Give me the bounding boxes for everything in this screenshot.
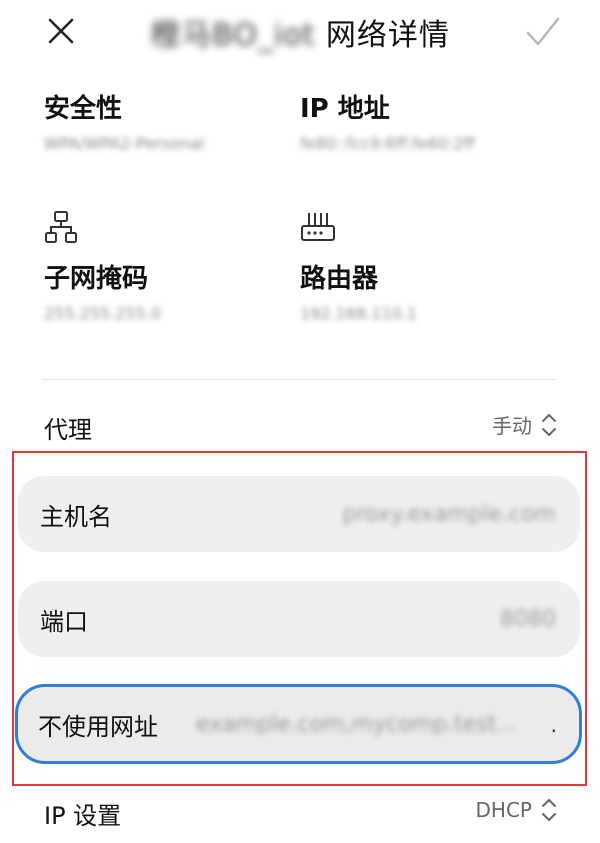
security-label: 安全性 — [44, 94, 123, 124]
router-label: 路由器 — [300, 264, 379, 294]
subnet-mask-value: 255.255.255.0 — [44, 304, 162, 323]
chevron-updown-icon — [542, 799, 556, 821]
proxy-row[interactable]: 代理 手动 — [42, 400, 558, 450]
proxy-value: 手动 — [492, 414, 532, 438]
security-value: WPA/WPA2-Personal — [44, 134, 205, 153]
title-suffix: 网络详情 — [325, 18, 450, 53]
check-icon — [526, 17, 560, 46]
ip-address-label: IP 地址 — [300, 94, 390, 124]
page-title: 橙马BO_iot 网络详情 — [120, 10, 480, 54]
ip-settings-selector[interactable]: DHCP — [476, 796, 558, 824]
section-divider — [42, 379, 556, 380]
ip-settings-label: IP 设置 — [44, 802, 122, 830]
subnet-mask-label: 子网掩码 — [44, 264, 149, 294]
network-topology-icon — [44, 210, 78, 248]
title-bar: 橙马BO_iot 网络详情 — [0, 0, 600, 64]
highlight-box — [12, 451, 587, 786]
ip-settings-row[interactable]: IP 设置 DHCP — [42, 794, 558, 834]
proxy-label: 代理 — [44, 416, 92, 444]
router-icon — [300, 210, 336, 248]
router-value: 192.168.110.1 — [300, 304, 418, 323]
confirm-button[interactable] — [522, 12, 564, 52]
close-icon — [48, 18, 74, 44]
close-button[interactable] — [42, 12, 80, 50]
proxy-selector[interactable]: 手动 — [492, 410, 558, 439]
network-ssid: 橙马BO_iot — [150, 18, 316, 53]
chevron-updown-icon — [542, 413, 556, 436]
ip-settings-value: DHCP — [475, 798, 532, 822]
ip-address-value: fe80::fcc9:6ff:fe60:2ff — [300, 134, 475, 153]
